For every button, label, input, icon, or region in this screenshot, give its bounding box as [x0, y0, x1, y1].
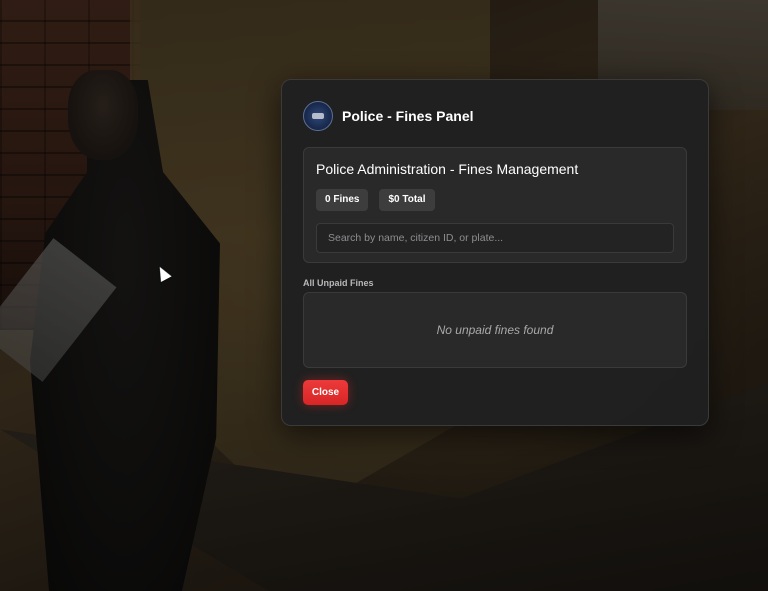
administration-title: Police Administration - Fines Management: [316, 161, 579, 177]
panel-title: Police - Fines Panel: [342, 108, 474, 124]
unpaid-fines-label: All Unpaid Fines: [303, 278, 374, 288]
close-button[interactable]: Close: [303, 380, 348, 405]
search-input[interactable]: [316, 223, 674, 253]
total-amount-badge: $0 Total: [379, 189, 435, 211]
panel-header: Police - Fines Panel: [303, 100, 687, 132]
unpaid-fines-list: No unpaid fines found: [303, 292, 687, 368]
empty-state-message: No unpaid fines found: [436, 323, 554, 337]
police-seal-icon: [303, 101, 333, 131]
fines-panel: Police - Fines Panel Police Administrati…: [281, 79, 709, 426]
fines-count-badge: 0 Fines: [316, 189, 369, 211]
administration-card: Police Administration - Fines Management…: [303, 147, 687, 263]
stats-row: 0 Fines $0 Total: [316, 189, 674, 211]
